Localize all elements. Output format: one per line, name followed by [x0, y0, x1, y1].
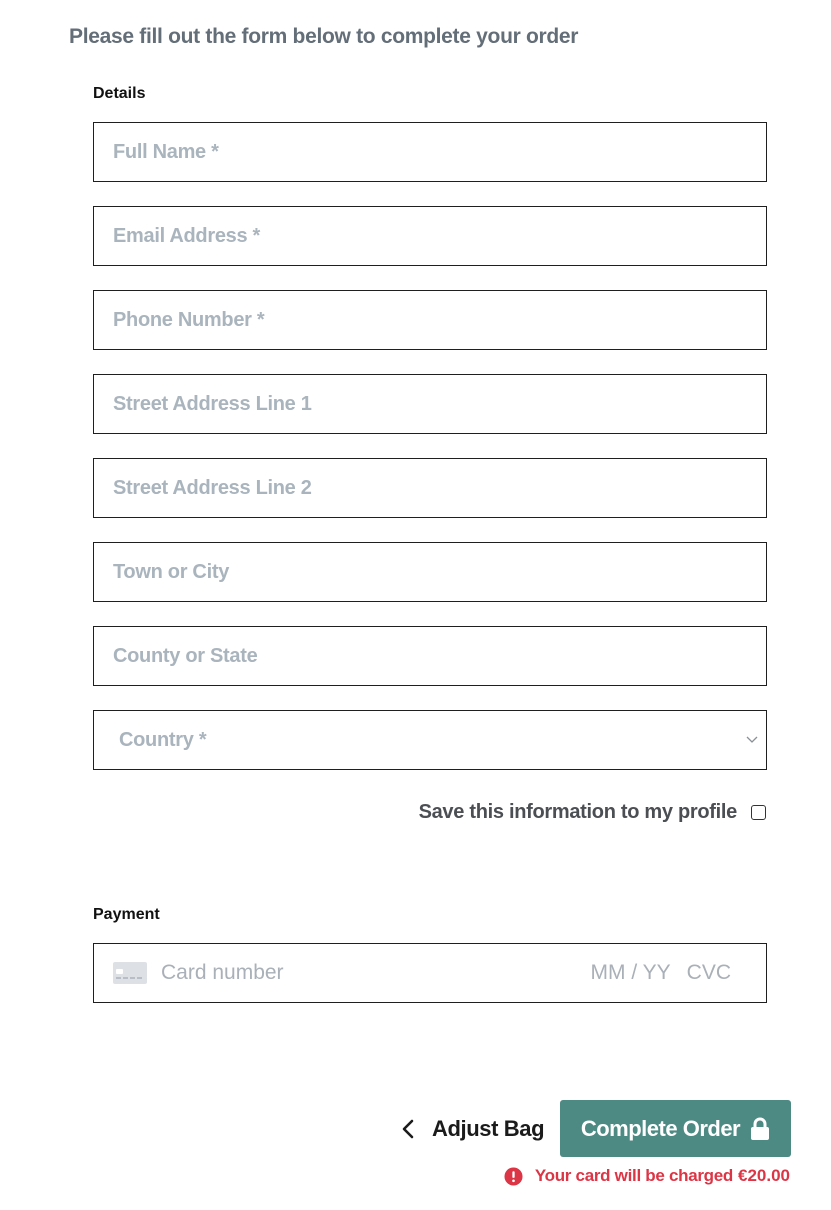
street-address-2-field[interactable]: Street Address Line 2: [93, 458, 767, 518]
street-address-2-placeholder: Street Address Line 2: [113, 476, 312, 499]
card-number-placeholder: Card number: [161, 961, 284, 984]
charge-notice: Your card will be charged €20.00: [504, 1164, 790, 1188]
adjust-bag-label: Adjust Bag: [432, 1116, 545, 1141]
chevron-left-icon: [402, 1119, 414, 1139]
complete-order-label: Complete Order: [580, 1115, 741, 1141]
credit-card-icon: [113, 962, 147, 984]
cvc-placeholder: CVC: [686, 961, 731, 984]
complete-order-button[interactable]: Complete Order: [560, 1100, 791, 1157]
details-heading: Details: [93, 85, 146, 102]
email-field[interactable]: Email Address *: [93, 206, 767, 266]
country-select[interactable]: Country *: [93, 710, 767, 770]
county-state-placeholder: County or State: [113, 644, 258, 667]
adjust-bag-link[interactable]: Adjust Bag: [400, 1113, 545, 1145]
alert-circle-icon: [504, 1166, 523, 1186]
full-name-field[interactable]: Full Name *: [93, 122, 767, 182]
charge-notice-text: Your card will be charged: [534, 1166, 733, 1185]
county-state-field[interactable]: County or State: [93, 626, 767, 686]
street-address-1-field[interactable]: Street Address Line 1: [93, 374, 767, 434]
phone-field[interactable]: Phone Number *: [93, 290, 767, 350]
charge-amount: €20.00: [738, 1166, 790, 1185]
email-placeholder: Email Address *: [113, 224, 261, 247]
save-profile-checkbox[interactable]: [751, 804, 766, 820]
form-intro: Please fill out the form below to comple…: [69, 25, 579, 48]
chevron-down-icon: [746, 736, 758, 743]
payment-heading: Payment: [93, 906, 160, 923]
town-city-placeholder: Town or City: [113, 560, 230, 583]
country-placeholder: Country *: [119, 728, 207, 751]
town-city-field[interactable]: Town or City: [93, 542, 767, 602]
phone-placeholder: Phone Number *: [113, 308, 265, 331]
expiry-placeholder: MM / YY: [590, 961, 671, 984]
street-address-1-placeholder: Street Address Line 1: [113, 392, 312, 415]
save-profile-label: Save this information to my profile: [418, 800, 738, 823]
full-name-placeholder: Full Name *: [113, 140, 219, 163]
lock-icon: [751, 1117, 770, 1140]
save-profile-row: Save this information to my profile: [93, 798, 767, 826]
card-input[interactable]: Card number MM / YY CVC: [93, 943, 767, 1003]
